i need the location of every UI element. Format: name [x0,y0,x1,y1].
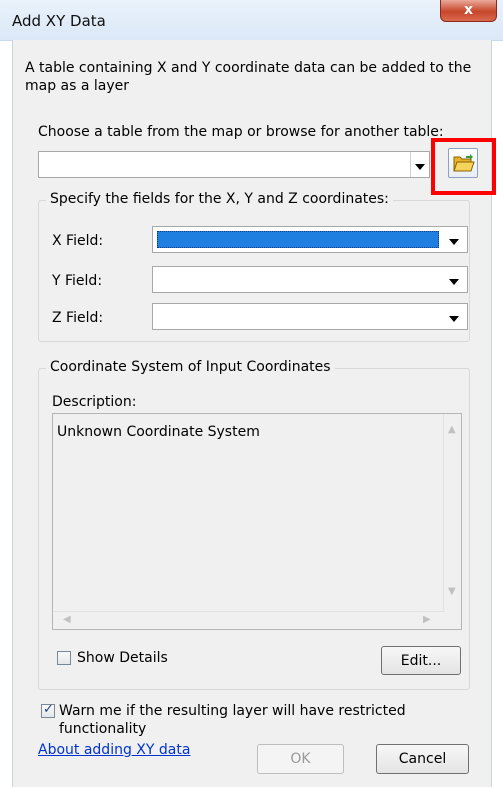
ok-button[interactable]: OK [257,744,344,774]
table-dropdown-button[interactable] [410,152,429,177]
warn-checkbox[interactable]: ✓ [41,702,55,718]
warn-label: Warn me if the resulting layer will have… [59,703,406,737]
vertical-scrollbar[interactable]: ▲ ▼ [443,414,461,612]
scroll-down-icon[interactable]: ▼ [448,586,456,597]
description-text: Unknown Coordinate System [57,424,260,440]
checkmark-icon: ✓ [43,702,54,717]
title-bar: Add XY Data x [0,0,503,41]
z-field-combobox[interactable] [152,303,468,330]
show-details-label: Show Details [77,650,168,666]
close-button[interactable]: x [440,0,497,22]
y-field-combobox[interactable] [152,266,468,293]
z-field-label: Z Field: [52,310,104,326]
fields-group-label: Specify the fields for the X, Y and Z co… [46,191,393,207]
chevron-down-icon[interactable] [449,313,459,323]
scroll-right-icon[interactable]: ▶ [423,614,431,625]
x-field-selection [157,231,439,248]
scroll-left-icon[interactable]: ◀ [63,614,71,625]
description-box[interactable]: Unknown Coordinate System ▲ ▼ ◀ ▶ [52,413,462,630]
show-details-checkbox[interactable] [57,651,71,665]
cancel-button[interactable]: Cancel [376,744,469,774]
chevron-down-icon[interactable] [449,236,459,246]
x-field-label: X Field: [52,233,104,249]
x-field-combobox[interactable] [152,226,468,253]
y-field-label: Y Field: [52,273,103,289]
table-combobox[interactable] [38,151,430,178]
about-xy-data-link[interactable]: About adding XY data [38,742,190,758]
browse-highlight-box [431,138,496,195]
description-label: Description: [52,394,137,410]
edit-button[interactable]: Edit... [381,646,461,675]
intro-text: A table containing X and Y coordinate da… [25,60,472,94]
add-xy-data-dialog: Add XY Data x A table containing X and Y… [0,0,503,787]
coordinate-system-group-label: Coordinate System of Input Coordinates [46,359,335,375]
table-prompt-label: Choose a table from the map or browse fo… [38,124,444,140]
dialog-title: Add XY Data [12,12,106,30]
scroll-up-icon[interactable]: ▲ [448,424,456,435]
chevron-down-icon[interactable] [449,276,459,286]
chevron-down-icon [415,161,425,171]
horizontal-scrollbar[interactable]: ◀ ▶ [53,611,445,629]
